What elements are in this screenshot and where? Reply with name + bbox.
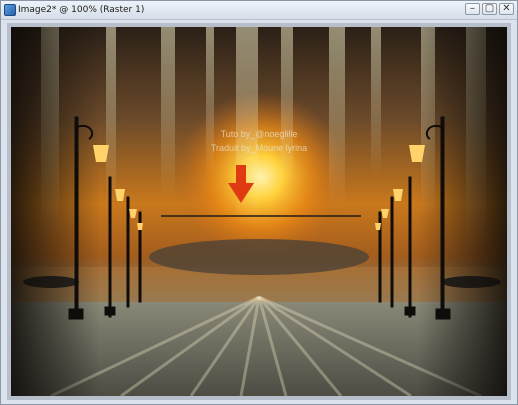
canvas-image: Tuto by_@noeglille Traduit by_Moune lyri… [11, 27, 507, 396]
title-bar[interactable]: Image2* @ 100% (Raster 1) – ▢ ✕ [1, 1, 517, 20]
image-canvas[interactable]: Tuto by_@noeglille Traduit by_Moune lyri… [11, 27, 507, 396]
app-icon [4, 4, 16, 16]
maximize-icon: ▢ [484, 3, 495, 14]
close-icon: ✕ [502, 3, 511, 14]
minimize-icon: – [470, 3, 475, 14]
maximize-button[interactable]: ▢ [482, 3, 497, 15]
minimize-button[interactable]: – [465, 3, 480, 15]
window-controls: – ▢ ✕ [465, 3, 514, 15]
watermark-line-1: Tuto by_@noeglille [221, 129, 298, 139]
watermark-line-2: Traduit by_Moune lyrina [211, 143, 307, 153]
vignette [11, 27, 507, 396]
canvas-frame: Tuto by_@noeglille Traduit by_Moune lyri… [7, 23, 511, 400]
window-title: Image2* @ 100% (Raster 1) [18, 5, 145, 15]
close-button[interactable]: ✕ [499, 3, 514, 15]
image-window: Image2* @ 100% (Raster 1) – ▢ ✕ Tuto by_… [0, 0, 518, 405]
